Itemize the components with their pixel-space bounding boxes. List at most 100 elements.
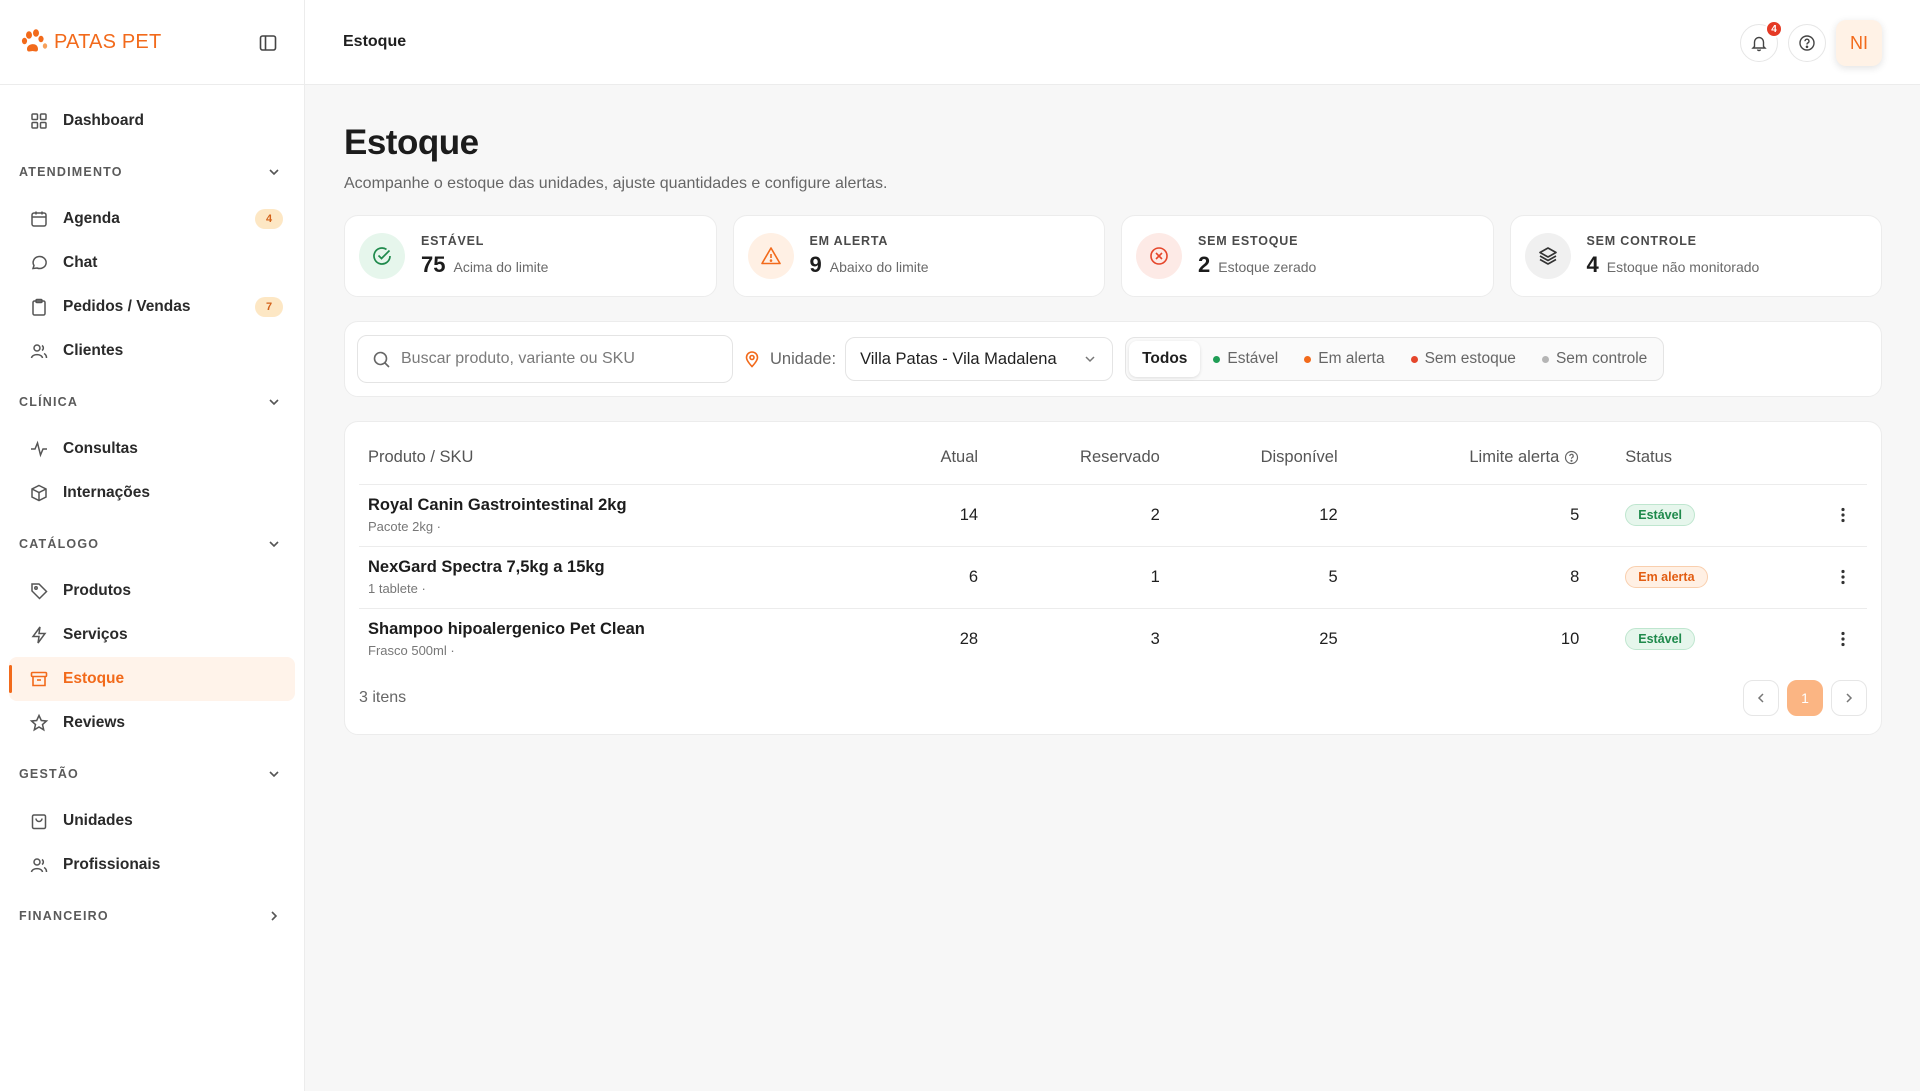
group-atendimento[interactable]: ATENDIMENTO [0, 147, 304, 197]
group-label: FINANCEIRO [19, 909, 109, 923]
status-cell: Em alerta [1579, 546, 1809, 609]
prev-page-button[interactable] [1743, 680, 1779, 716]
more-vertical-icon[interactable] [1833, 629, 1853, 649]
sidebar-item-dashboard[interactable]: Dashboard [9, 99, 295, 143]
segment-sem-controle[interactable]: Sem controle [1529, 341, 1660, 377]
product-cell: Royal Canin Gastrointestinal 2kg Pacote … [359, 484, 829, 547]
search-input[interactable] [401, 350, 718, 368]
group-catalogo[interactable]: CATÁLOGO [0, 519, 304, 569]
paw-logo-icon [20, 27, 50, 57]
stock-table: Produto / SKU Atual Reservado Disponível… [359, 432, 1867, 670]
notifications-button[interactable]: 4 [1740, 20, 1783, 62]
layers-icon [1524, 233, 1571, 279]
sidebar-item-profissionais[interactable]: Profissionais [9, 843, 295, 887]
x-circle-icon [1136, 233, 1182, 279]
brand: PATAS PET [0, 0, 304, 85]
avatar[interactable]: NI [1836, 20, 1882, 66]
limit-header-label: Limite alerta [1469, 448, 1560, 467]
stat-value: 4 [1586, 252, 1599, 277]
more-vertical-icon[interactable] [1833, 567, 1853, 587]
pagination: 1 [1743, 680, 1867, 716]
stat-card-sem-estoque[interactable]: SEM ESTOQUE 2 Estoque zerado [1121, 215, 1494, 297]
more-vertical-icon[interactable] [1833, 505, 1853, 525]
stat-desc: Abaixo do limite [829, 259, 929, 275]
available-cell: 5 [1159, 546, 1338, 609]
product-sku: Frasco 500ml · [368, 643, 455, 659]
reserved-cell: 1 [978, 546, 1160, 609]
segment-todos[interactable]: Todos [1129, 341, 1201, 377]
grid-icon [29, 111, 49, 131]
column-header-current[interactable]: Atual [828, 432, 979, 485]
segment-sem-estoque[interactable]: Sem estoque [1398, 341, 1529, 377]
page-button-current[interactable]: 1 [1787, 680, 1823, 716]
check-circle-icon [359, 233, 405, 279]
sidebar-item-label: Profissionais [63, 856, 161, 873]
unit-select[interactable]: Villa Patas - Vila Madalena [845, 337, 1114, 381]
sidebar-item-label: Clientes [63, 342, 124, 359]
sidebar: PATAS PET Dashboard ATENDIMENTO Agenda 4… [0, 0, 305, 1091]
sidebar-item-reviews[interactable]: Reviews [9, 701, 295, 745]
table-row[interactable]: Shampoo hipoalergenico Pet Clean Frasco … [359, 608, 1867, 670]
sidebar-item-chat[interactable]: Chat [9, 241, 295, 285]
column-header-reserved[interactable]: Reservado [978, 432, 1160, 485]
column-header-product[interactable]: Produto / SKU [359, 432, 829, 485]
sidebar-item-produtos[interactable]: Produtos [9, 569, 295, 613]
product-cell: NexGard Spectra 7,5kg a 15kg 1 tablete · [359, 546, 829, 609]
sidebar-item-unidades[interactable]: Unidades [9, 799, 295, 843]
sidebar-item-agenda[interactable]: Agenda 4 [9, 197, 295, 241]
column-header-limit[interactable]: Limite alerta [1337, 432, 1580, 485]
sidebar-item-clientes[interactable]: Clientes [9, 329, 295, 373]
brand-name: PATAS PET [54, 30, 162, 53]
product-sku: 1 tablete · [368, 581, 426, 596]
search-icon [372, 350, 401, 369]
segment-estavel[interactable]: Estável [1200, 341, 1291, 377]
group-gestao[interactable]: GESTÃO [0, 749, 304, 799]
status-cell: Estável [1579, 608, 1809, 670]
chevron-down-icon [266, 766, 282, 782]
current-cell: 14 [828, 484, 979, 547]
chevron-down-icon [1082, 351, 1098, 367]
table-row[interactable]: Royal Canin Gastrointestinal 2kg Pacote … [359, 484, 1867, 547]
actions-cell [1809, 546, 1867, 609]
stat-card-sem-controle[interactable]: SEM CONTROLE 4 Estoque não monitorado [1509, 215, 1882, 297]
available-cell: 25 [1319, 629, 1338, 648]
segment-label: Estável [1227, 350, 1279, 367]
sidebar-item-pedidos[interactable]: Pedidos / Vendas 7 [9, 285, 295, 329]
sidebar-item-label: Produtos [63, 582, 132, 599]
sidebar-item-internacoes[interactable]: Internações [9, 471, 295, 515]
table-row[interactable]: NexGard Spectra 7,5kg a 15kg 1 tablete ·… [359, 546, 1867, 609]
page-subtitle: Acompanhe o estoque das unidades, ajuste… [344, 175, 888, 192]
sidebar-item-servicos[interactable]: Serviços [9, 613, 295, 657]
table-header-row: Produto / SKU Atual Reservado Disponível… [359, 432, 1867, 485]
product-cell: Shampoo hipoalergenico Pet Clean Frasco … [359, 608, 828, 670]
main-content: Estoque Acompanhe o estoque das unidades… [344, 85, 1882, 735]
stat-card-estavel[interactable]: ESTÁVEL 75 Acima do limite [344, 215, 717, 297]
sidebar-toggle-icon[interactable] [258, 33, 278, 53]
next-page-button[interactable] [1831, 680, 1867, 716]
column-header-status[interactable]: Status [1579, 432, 1809, 485]
available-cell: 12 [1159, 484, 1338, 547]
segment-label: Todos [1142, 350, 1188, 367]
group-financeiro[interactable]: FINANCEIRO [0, 891, 304, 941]
segment-em-alerta[interactable]: Em alerta [1291, 341, 1397, 377]
stat-value: 2 [1198, 252, 1211, 277]
activity-icon [29, 439, 49, 459]
stats-row: ESTÁVEL 75 Acima do limite EM ALERTA 9 Aba… [344, 215, 1882, 297]
chevron-right-icon [266, 908, 282, 924]
group-clinica[interactable]: CLÍNICA [0, 377, 304, 427]
chevron-down-icon [266, 536, 282, 552]
stat-card-em-alerta[interactable]: EM ALERTA 9 Abaixo do limite [732, 215, 1105, 297]
chevron-down-icon [266, 164, 282, 180]
sidebar-item-label: Dashboard [63, 112, 144, 129]
items-count: 3 itens [359, 689, 407, 706]
star-icon [29, 713, 49, 733]
status-dot [1541, 355, 1549, 363]
column-header-available[interactable]: Disponível [1159, 432, 1338, 485]
help-circle-icon[interactable] [1559, 450, 1579, 465]
status-badge: Estável [1625, 628, 1696, 651]
filter-bar: Unidade: Villa Patas - Vila Madalena Tod… [344, 321, 1882, 397]
count-badge: 4 [255, 209, 283, 229]
sidebar-item-consultas[interactable]: Consultas [9, 427, 295, 471]
help-button[interactable] [1788, 24, 1826, 62]
sidebar-item-estoque[interactable]: Estoque [9, 657, 295, 701]
